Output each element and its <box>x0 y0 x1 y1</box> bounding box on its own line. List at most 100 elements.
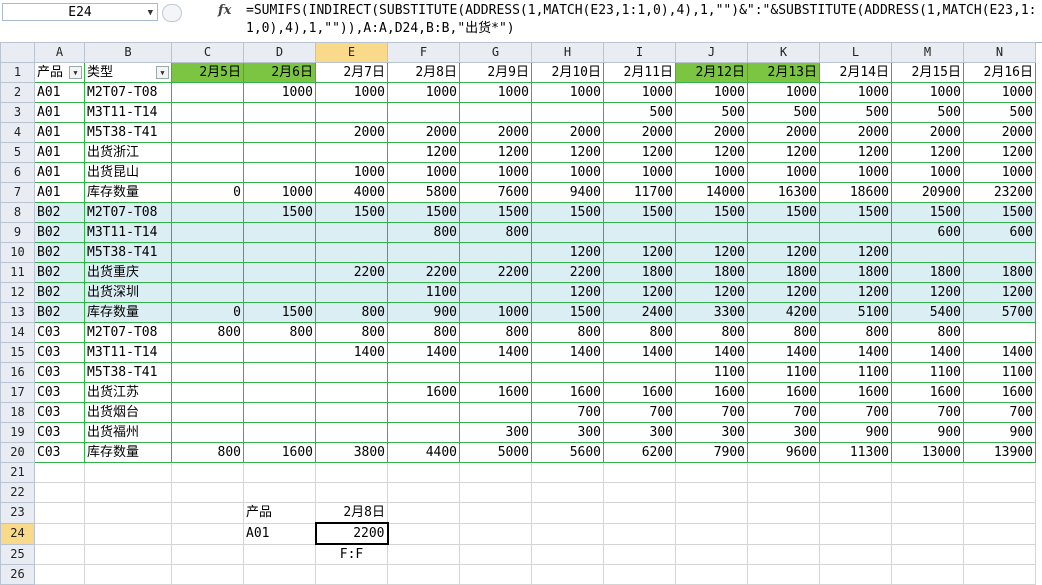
data-cell[interactable]: 1200 <box>819 142 892 163</box>
data-cell[interactable]: B02 <box>34 202 85 223</box>
data-cell[interactable]: 1000 <box>531 162 604 183</box>
data-cell[interactable]: 1500 <box>603 202 676 223</box>
data-cell[interactable] <box>603 362 676 383</box>
data-cell[interactable]: 700 <box>891 402 964 423</box>
data-cell[interactable] <box>315 242 388 263</box>
data-cell[interactable]: 1400 <box>315 342 388 363</box>
data-cell[interactable] <box>171 142 244 163</box>
data-cell[interactable] <box>171 342 244 363</box>
row-header[interactable]: 19 <box>0 422 35 443</box>
empty-cell[interactable] <box>963 564 1036 585</box>
data-cell[interactable]: 1200 <box>603 282 676 303</box>
empty-cell[interactable] <box>171 543 244 565</box>
empty-cell[interactable] <box>84 522 172 545</box>
column-header-l[interactable]: L <box>819 42 892 63</box>
row-header[interactable]: 15 <box>0 342 35 363</box>
data-cell[interactable]: B02 <box>34 222 85 243</box>
data-cell[interactable]: 产品 <box>243 502 316 524</box>
data-cell[interactable]: 库存数量 <box>84 182 172 203</box>
data-cell[interactable] <box>171 422 244 443</box>
data-cell[interactable]: 900 <box>819 422 892 443</box>
empty-cell[interactable] <box>747 462 820 483</box>
data-cell[interactable]: 库存数量 <box>84 302 172 323</box>
row-header[interactable]: 10 <box>0 242 35 263</box>
data-cell[interactable] <box>819 222 892 243</box>
empty-cell[interactable] <box>459 522 532 545</box>
empty-cell[interactable] <box>84 462 172 483</box>
data-cell[interactable]: 9400 <box>531 182 604 203</box>
empty-cell[interactable] <box>387 482 460 503</box>
data-cell[interactable]: C03 <box>34 362 85 383</box>
empty-cell[interactable] <box>171 522 244 545</box>
formula-input[interactable]: =SUMIFS(INDIRECT(SUBSTITUTE(ADDRESS(1,MA… <box>246 2 1038 38</box>
data-cell[interactable]: 300 <box>747 422 820 443</box>
column-header-b[interactable]: B <box>84 42 172 63</box>
data-cell[interactable]: 1200 <box>531 242 604 263</box>
data-cell[interactable]: 1200 <box>675 142 748 163</box>
empty-cell[interactable] <box>891 462 964 483</box>
data-cell[interactable]: 800 <box>747 322 820 343</box>
column-header-m[interactable]: M <box>891 42 964 63</box>
data-cell[interactable]: 2000 <box>747 122 820 143</box>
data-cell[interactable]: 700 <box>747 402 820 423</box>
data-cell[interactable] <box>531 362 604 383</box>
empty-cell[interactable] <box>459 564 532 585</box>
data-cell[interactable]: 1100 <box>747 362 820 383</box>
header-cell[interactable]: 2月11日 <box>603 62 676 83</box>
empty-cell[interactable] <box>819 543 892 565</box>
data-cell[interactable] <box>675 222 748 243</box>
data-cell[interactable]: 800 <box>819 322 892 343</box>
empty-cell[interactable] <box>84 482 172 503</box>
data-cell[interactable]: M3T11-T14 <box>84 222 172 243</box>
data-cell[interactable]: 1200 <box>531 282 604 303</box>
data-cell[interactable] <box>315 142 388 163</box>
data-cell[interactable] <box>243 342 316 363</box>
data-cell[interactable] <box>459 402 532 423</box>
data-cell[interactable]: 500 <box>891 102 964 123</box>
data-cell[interactable]: 1500 <box>459 202 532 223</box>
data-cell[interactable] <box>171 222 244 243</box>
empty-cell[interactable] <box>34 462 85 483</box>
empty-cell[interactable] <box>171 564 244 585</box>
data-cell[interactable] <box>243 362 316 383</box>
empty-cell[interactable] <box>315 482 388 503</box>
row-header[interactable]: 21 <box>0 462 35 483</box>
empty-cell[interactable] <box>603 564 676 585</box>
expand-handle-icon[interactable] <box>162 4 182 22</box>
header-cell[interactable]: 2月10日 <box>531 62 604 83</box>
data-cell[interactable]: 7600 <box>459 182 532 203</box>
empty-cell[interactable] <box>459 543 532 565</box>
data-cell[interactable]: 1600 <box>963 382 1036 403</box>
data-cell[interactable]: 1500 <box>675 202 748 223</box>
data-cell[interactable]: 2000 <box>603 122 676 143</box>
data-cell[interactable]: 1500 <box>747 202 820 223</box>
row-header[interactable]: 16 <box>0 362 35 383</box>
data-cell[interactable]: 1800 <box>819 262 892 283</box>
empty-cell[interactable] <box>819 462 892 483</box>
data-cell[interactable]: 800 <box>315 302 388 323</box>
empty-cell[interactable] <box>459 502 532 524</box>
empty-cell[interactable] <box>891 543 964 565</box>
data-cell[interactable]: 5600 <box>531 442 604 463</box>
data-cell[interactable]: 出货烟台 <box>84 402 172 423</box>
data-cell[interactable]: 2000 <box>963 122 1036 143</box>
row-header[interactable]: 3 <box>0 102 35 123</box>
data-cell[interactable] <box>315 222 388 243</box>
row-header[interactable]: 24 <box>0 522 35 545</box>
data-cell[interactable]: 800 <box>171 442 244 463</box>
data-cell[interactable] <box>243 382 316 403</box>
data-cell[interactable]: 0 <box>171 302 244 323</box>
insert-function-button[interactable]: fx <box>218 3 231 18</box>
data-cell[interactable]: 1500 <box>531 302 604 323</box>
data-cell[interactable]: 出货福州 <box>84 422 172 443</box>
empty-cell[interactable] <box>603 482 676 503</box>
data-cell[interactable]: 1200 <box>963 142 1036 163</box>
data-cell[interactable] <box>243 102 316 123</box>
empty-cell[interactable] <box>315 462 388 483</box>
data-cell[interactable]: 1600 <box>747 382 820 403</box>
data-cell[interactable]: A01 <box>243 522 316 545</box>
data-cell[interactable] <box>747 222 820 243</box>
data-cell[interactable] <box>171 122 244 143</box>
data-cell[interactable]: 1800 <box>963 262 1036 283</box>
empty-cell[interactable] <box>171 462 244 483</box>
